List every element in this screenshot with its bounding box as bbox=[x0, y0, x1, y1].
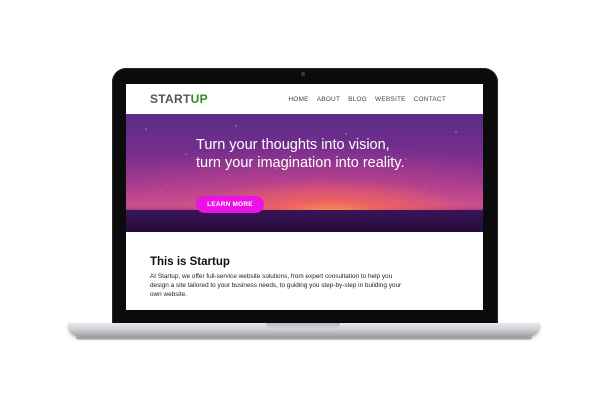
logo-text-up: UP bbox=[190, 92, 208, 106]
logo-text-start: START bbox=[150, 92, 191, 106]
nav-about[interactable]: ABOUT bbox=[317, 96, 340, 103]
site-logo[interactable]: STARTUP bbox=[150, 92, 208, 106]
webcam-icon bbox=[301, 72, 305, 76]
about-section: This is Startup At Startup, we offer ful… bbox=[126, 232, 483, 310]
hero-horizon bbox=[126, 210, 483, 232]
hero-banner: Turn your thoughts into vision, turn you… bbox=[126, 114, 483, 232]
nav-blog[interactable]: BLOG bbox=[348, 96, 367, 103]
hero-headline: Turn your thoughts into vision, turn you… bbox=[196, 137, 405, 171]
site-header: STARTUP HOME ABOUT BLOG WEBSITE CONTACT bbox=[126, 84, 483, 114]
laptop-notch bbox=[266, 323, 340, 330]
section-body: At Startup, we offer full-service websit… bbox=[150, 273, 402, 298]
main-nav: HOME ABOUT BLOG WEBSITE CONTACT bbox=[288, 96, 446, 103]
laptop-base-edge bbox=[76, 337, 532, 340]
section-title: This is Startup bbox=[150, 256, 230, 268]
nav-home[interactable]: HOME bbox=[288, 96, 308, 103]
laptop-mockup: STARTUP HOME ABOUT BLOG WEBSITE CONTACT … bbox=[0, 0, 612, 408]
nav-website[interactable]: WEBSITE bbox=[375, 96, 406, 103]
learn-more-button[interactable]: LEARN MORE bbox=[196, 196, 264, 213]
laptop-screen: STARTUP HOME ABOUT BLOG WEBSITE CONTACT … bbox=[126, 84, 483, 310]
nav-contact[interactable]: CONTACT bbox=[414, 96, 446, 103]
